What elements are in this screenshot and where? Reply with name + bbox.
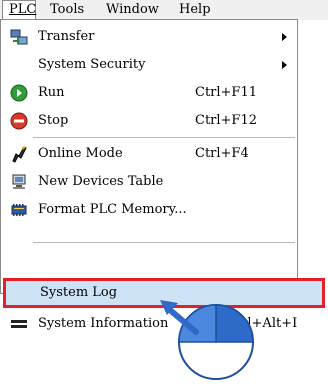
mouse-click-indicator-icon	[160, 300, 254, 380]
mouse-body-icon	[178, 304, 254, 380]
